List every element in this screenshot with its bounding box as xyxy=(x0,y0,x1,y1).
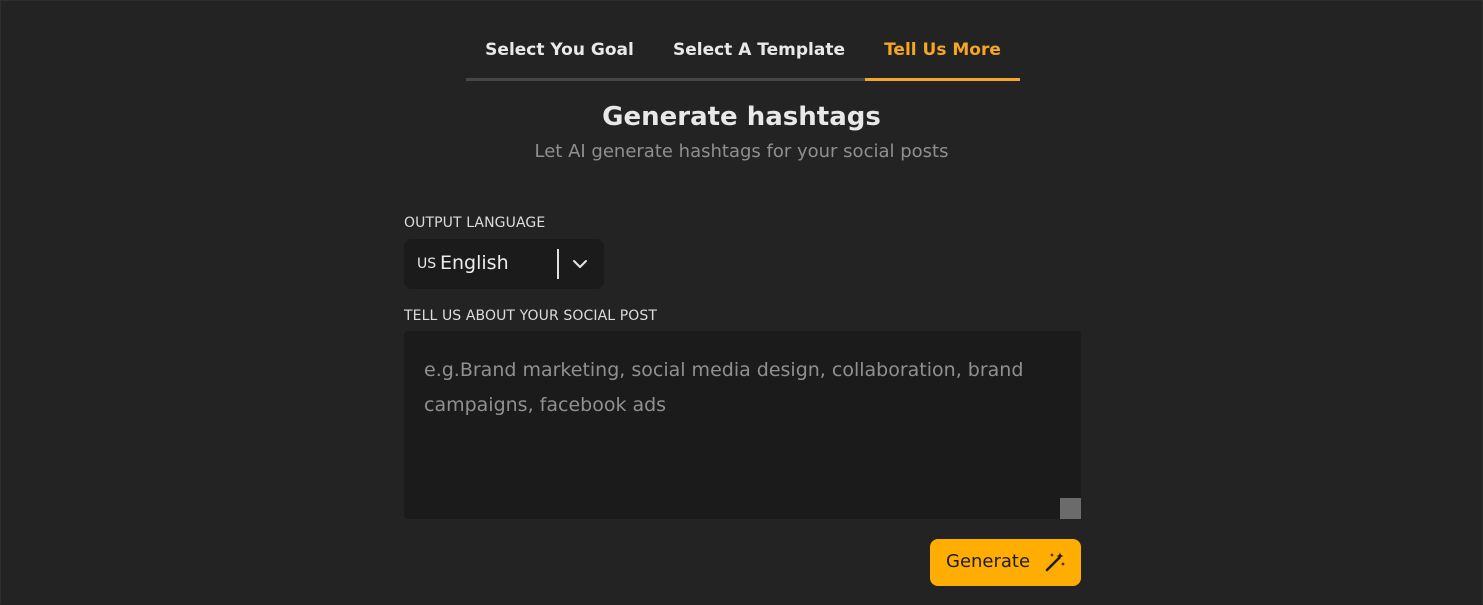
resize-handle[interactable] xyxy=(1060,498,1081,519)
chevron-down-icon[interactable] xyxy=(571,255,589,273)
selected-language: English xyxy=(440,252,509,274)
textarea-placeholder: e.g.Brand marketing, social media design… xyxy=(424,359,1024,416)
us-flag-icon: US xyxy=(417,256,437,272)
step-tabs: Select You Goal Select A Template Tell U… xyxy=(466,36,1020,81)
tab-select-goal[interactable]: Select You Goal xyxy=(466,36,653,81)
social-post-textarea[interactable]: e.g.Brand marketing, social media design… xyxy=(404,331,1081,519)
tab-label: Select You Goal xyxy=(485,40,634,60)
tab-label: Select A Template xyxy=(672,40,846,60)
social-post-label: TELL US ABOUT YOUR SOCIAL POST xyxy=(404,308,658,324)
page-subtitle: Let AI generate hashtags for your social… xyxy=(534,141,949,162)
tab-tell-us-more[interactable]: Tell Us More xyxy=(865,36,1020,81)
output-language-select[interactable]: US English xyxy=(404,239,604,289)
output-language-label: OUTPUT LANGUAGE xyxy=(404,215,546,231)
tab-label: Tell Us More xyxy=(884,40,1001,60)
page-title: Generate hashtags xyxy=(602,102,881,132)
select-divider xyxy=(557,249,559,279)
magic-wand-icon xyxy=(1045,552,1065,572)
generate-button-label: Generate xyxy=(946,551,1031,572)
tab-select-template[interactable]: Select A Template xyxy=(653,36,865,81)
generate-button[interactable]: Generate xyxy=(930,539,1081,586)
